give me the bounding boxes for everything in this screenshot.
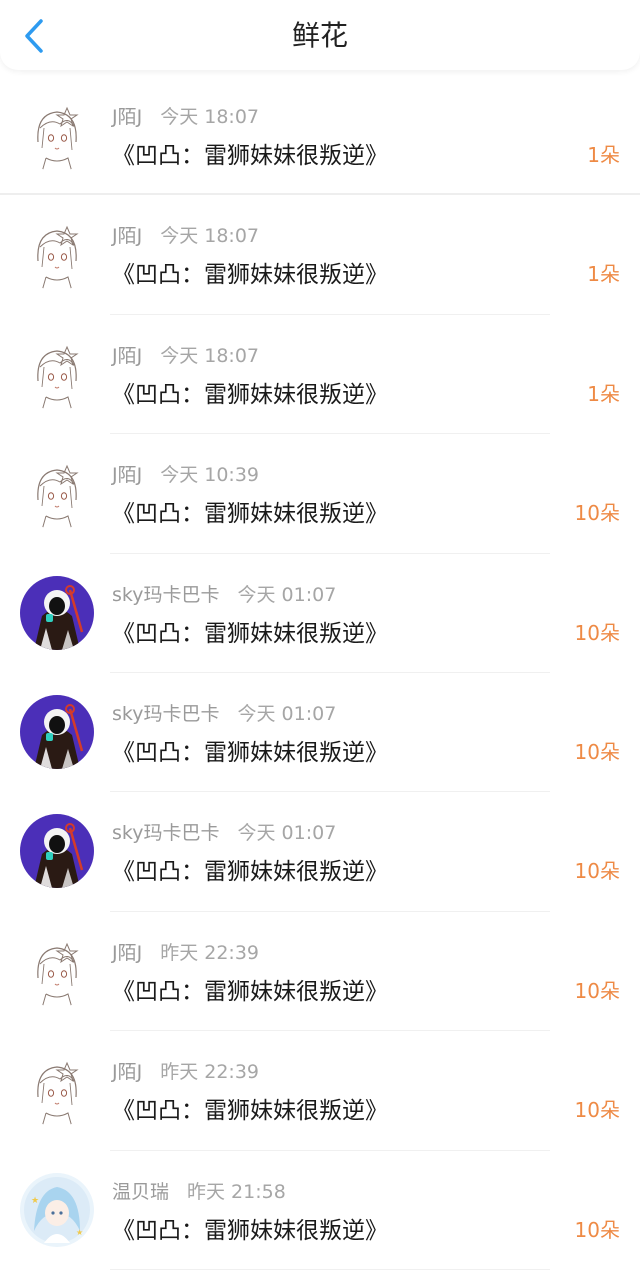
timestamp: 今天 01:07	[237, 702, 337, 725]
item-meta: sky玛卡巴卡 今天 01:07	[112, 699, 336, 726]
item-meta: J陌J 昨天 22:39	[112, 1057, 259, 1084]
avatar[interactable]	[20, 933, 94, 1008]
avatar[interactable]	[20, 456, 94, 531]
flower-count: 10朵	[574, 978, 620, 1003]
flower-count: 1朵	[587, 381, 620, 406]
avatar-image	[20, 814, 94, 889]
avatar[interactable]	[20, 98, 94, 172]
item-meta: J陌J 今天 18:07	[112, 221, 259, 248]
item-meta: sky玛卡巴卡 今天 01:07	[112, 580, 336, 607]
book-title[interactable]: 《凹凸：雷狮妹妹很叛逆》	[112, 972, 388, 1006]
avatar-image	[20, 336, 94, 411]
item-meta: J陌J 今天 10:39	[112, 460, 259, 487]
list-item[interactable]: J陌J 今天 10:39 《凹凸：雷狮妹妹很叛逆》 10朵	[0, 434, 640, 554]
username[interactable]: J陌J	[112, 464, 142, 486]
list-item[interactable]: J陌J 昨天 22:39 《凹凸：雷狮妹妹很叛逆》 10朵	[0, 1031, 640, 1151]
flower-count: 10朵	[574, 859, 620, 884]
avatar-image	[20, 933, 94, 1008]
avatar-image	[20, 456, 94, 531]
book-title[interactable]: 《凹凸：雷狮妹妹很叛逆》	[112, 733, 388, 767]
username[interactable]: J陌J	[112, 225, 142, 247]
item-meta: 温贝瑞 昨天 21:58	[112, 1177, 286, 1204]
timestamp: 今天 01:07	[237, 583, 337, 606]
list-item[interactable]: sky玛卡巴卡 今天 01:07 《凹凸：雷狮妹妹很叛逆》 10朵	[0, 554, 640, 673]
svg-text:★: ★	[76, 1228, 83, 1237]
avatar-image	[20, 98, 94, 172]
avatar[interactable]	[20, 336, 94, 411]
avatar-image: ★★	[20, 1172, 94, 1247]
timestamp: 昨天 21:58	[187, 1180, 286, 1203]
username[interactable]: sky玛卡巴卡	[112, 822, 219, 844]
username[interactable]: J陌J	[112, 345, 142, 367]
timestamp: 昨天 22:39	[160, 941, 260, 964]
avatar[interactable]: ★ ★	[20, 1172, 94, 1247]
avatar-image	[20, 1053, 94, 1128]
avatar-image	[20, 694, 94, 769]
flower-count: 10朵	[574, 501, 620, 526]
timestamp: 今天 01:07	[237, 822, 337, 845]
item-meta: J陌J 昨天 22:39	[112, 938, 259, 965]
list-item[interactable]: J陌J 今天 18:07 《凹凸：雷狮妹妹很叛逆》 1朵	[0, 195, 640, 315]
avatar-image	[20, 217, 94, 292]
flower-count: 10朵	[574, 620, 620, 645]
timestamp: 今天 18:07	[160, 106, 260, 128]
list-item[interactable]: J陌J 昨天 22:39 《凹凸：雷狮妹妹很叛逆》 10朵	[0, 912, 640, 1032]
flower-count: 10朵	[574, 739, 620, 764]
book-title[interactable]: 《凹凸：雷狮妹妹很叛逆》	[112, 255, 388, 289]
flower-list: J陌J 今天 18:07 《凹凸：雷狮妹妹很叛逆》 1朵 J陌J 今天 18:07 …	[0, 76, 640, 1270]
timestamp: 今天 18:07	[160, 225, 260, 248]
flower-count: 10朵	[574, 1217, 620, 1242]
list-item[interactable]: J陌J 今天 18:07 《凹凸：雷狮妹妹很叛逆》 1朵	[0, 315, 640, 435]
flower-count: 10朵	[574, 1098, 620, 1123]
username[interactable]: J陌J	[112, 942, 142, 964]
timestamp: 昨天 22:39	[160, 1061, 260, 1084]
item-meta: sky玛卡巴卡 今天 01:07	[112, 818, 336, 845]
timestamp: 今天 18:07	[160, 344, 260, 367]
book-title[interactable]: 《凹凸：雷狮妹妹很叛逆》	[112, 614, 388, 648]
list-item[interactable]: sky玛卡巴卡 今天 01:07 《凹凸：雷狮妹妹很叛逆》 10朵	[0, 792, 640, 912]
username[interactable]: J陌J	[112, 106, 142, 128]
avatar[interactable]	[20, 575, 94, 650]
item-meta: J陌J 今天 18:07	[112, 341, 259, 368]
book-title[interactable]: 《凹凸：雷狮妹妹很叛逆》	[112, 494, 388, 528]
book-title[interactable]: 《凹凸：雷狮妹妹很叛逆》	[112, 852, 388, 886]
flower-count: 1朵	[587, 262, 620, 287]
avatar-image	[20, 575, 94, 650]
svg-text:★: ★	[31, 1196, 39, 1206]
avatar[interactable]	[20, 814, 94, 889]
avatar[interactable]	[20, 694, 94, 769]
list-item[interactable]: J陌J 今天 18:07 《凹凸：雷狮妹妹很叛逆》 1朵	[0, 76, 640, 196]
username[interactable]: sky玛卡巴卡	[112, 703, 219, 725]
avatar[interactable]	[20, 217, 94, 292]
book-title[interactable]: 《凹凸：雷狮妹妹很叛逆》	[112, 136, 388, 170]
page-title: 鲜花	[291, 19, 348, 52]
book-title[interactable]: 《凹凸：雷狮妹妹很叛逆》	[112, 1091, 388, 1125]
flower-count: 1朵	[587, 143, 620, 167]
book-title[interactable]: 《凹凸：雷狮妹妹很叛逆》	[112, 375, 388, 409]
timestamp: 今天 10:39	[160, 464, 260, 487]
username[interactable]: 温贝瑞	[112, 1181, 169, 1203]
username[interactable]: sky玛卡巴卡	[112, 584, 219, 606]
book-title[interactable]: 《凹凸：雷狮妹妹很叛逆》	[112, 1211, 388, 1245]
avatar[interactable]	[20, 1053, 94, 1128]
item-meta: J陌J 今天 18:07	[112, 102, 259, 129]
top-bar: 鲜花	[0, 0, 640, 70]
list-item[interactable]: sky玛卡巴卡 今天 01:07 《凹凸：雷狮妹妹很叛逆》 10朵	[0, 673, 640, 793]
username[interactable]: J陌J	[112, 1061, 142, 1083]
list-item[interactable]: ★ ★ 温贝瑞 昨天 21:58 《凹凸：雷狮妹妹很叛逆》 10朵	[0, 1151, 640, 1270]
